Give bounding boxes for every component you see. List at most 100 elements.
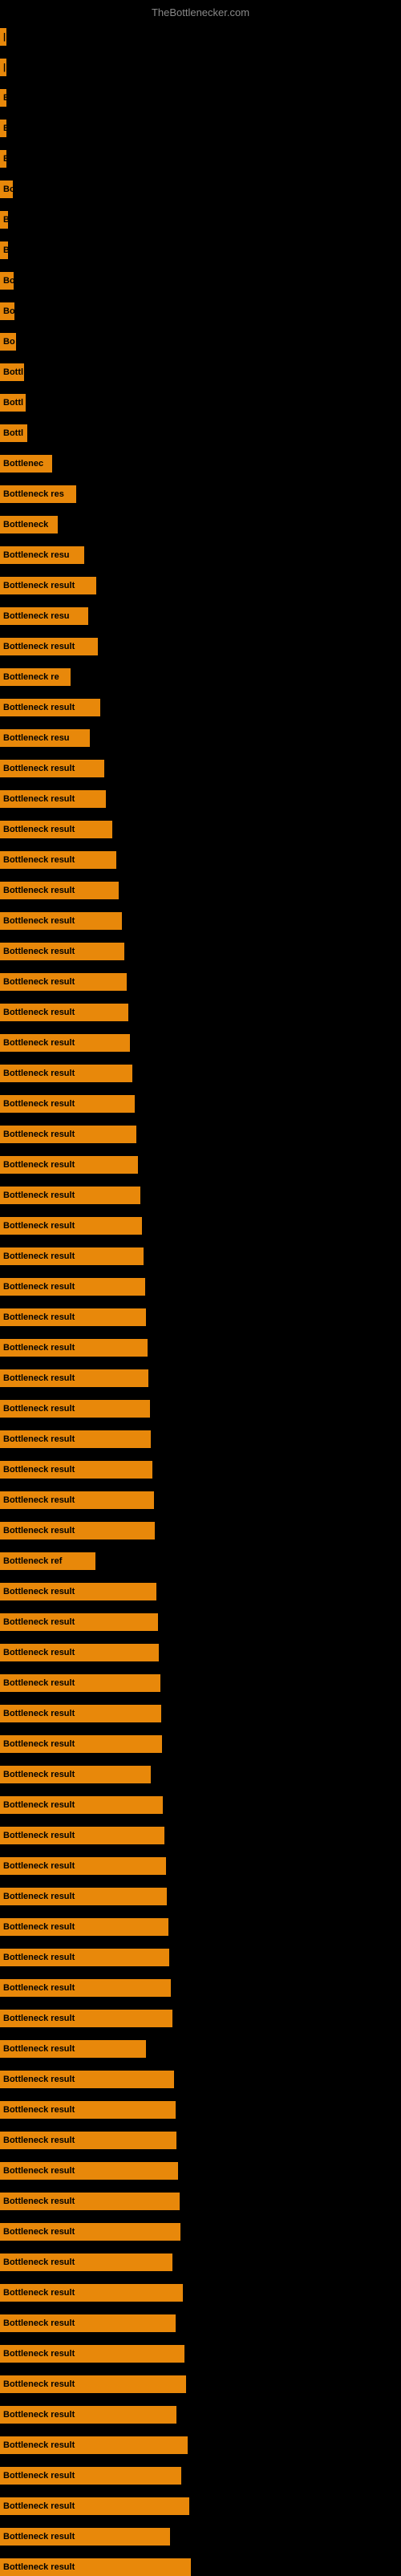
- bar-label-60: Bottleneck result: [0, 1857, 166, 1875]
- bar-row-19: Bottleneck resu: [0, 607, 88, 625]
- bar-label-71: Bottleneck result: [0, 2193, 180, 2210]
- bar-row-26: Bottleneck result: [0, 821, 112, 838]
- bar-row-17: Bottleneck resu: [0, 546, 84, 564]
- bar-label-53: Bottleneck result: [0, 1644, 159, 1661]
- bar-label-34: Bottleneck result: [0, 1065, 132, 1082]
- bar-row-1: |: [0, 59, 6, 76]
- bar-label-0: |: [0, 28, 6, 46]
- bar-label-10: Bo: [0, 333, 16, 351]
- bar-label-73: Bottleneck result: [0, 2253, 172, 2271]
- bar-label-67: Bottleneck result: [0, 2071, 174, 2088]
- bar-row-55: Bottleneck result: [0, 1705, 161, 1722]
- bar-row-76: Bottleneck result: [0, 2345, 184, 2363]
- bar-row-47: Bottleneck result: [0, 1461, 152, 1479]
- bar-label-11: Bottl: [0, 363, 24, 381]
- bar-label-17: Bottleneck resu: [0, 546, 84, 564]
- bar-label-33: Bottleneck result: [0, 1034, 130, 1052]
- bar-row-18: Bottleneck result: [0, 577, 96, 594]
- bar-row-53: Bottleneck result: [0, 1644, 159, 1661]
- bar-label-40: Bottleneck result: [0, 1247, 144, 1265]
- bar-label-3: B: [0, 120, 6, 137]
- bar-row-70: Bottleneck result: [0, 2162, 178, 2180]
- bar-label-26: Bottleneck result: [0, 821, 112, 838]
- bar-label-46: Bottleneck result: [0, 1430, 151, 1448]
- bar-row-4: E: [0, 150, 6, 168]
- bar-label-70: Bottleneck result: [0, 2162, 178, 2180]
- bar-row-31: Bottleneck result: [0, 973, 127, 991]
- bar-row-56: Bottleneck result: [0, 1735, 162, 1753]
- bar-row-33: Bottleneck result: [0, 1034, 130, 1052]
- bar-label-31: Bottleneck result: [0, 973, 127, 991]
- bar-label-48: Bottleneck result: [0, 1491, 154, 1509]
- bar-label-7: B: [0, 241, 8, 259]
- bar-row-44: Bottleneck result: [0, 1369, 148, 1387]
- bar-row-48: Bottleneck result: [0, 1491, 154, 1509]
- bar-row-11: Bottl: [0, 363, 24, 381]
- bar-label-56: Bottleneck result: [0, 1735, 162, 1753]
- bar-label-19: Bottleneck resu: [0, 607, 88, 625]
- bar-row-79: Bottleneck result: [0, 2436, 188, 2454]
- bar-row-75: Bottleneck result: [0, 2314, 176, 2332]
- bar-row-40: Bottleneck result: [0, 1247, 144, 1265]
- bar-row-23: Bottleneck resu: [0, 729, 90, 747]
- bar-row-46: Bottleneck result: [0, 1430, 151, 1448]
- bar-label-27: Bottleneck result: [0, 851, 116, 869]
- bar-label-16: Bottleneck: [0, 516, 58, 533]
- bar-label-2: E: [0, 89, 6, 107]
- bar-label-14: Bottlenec: [0, 455, 52, 473]
- bar-label-32: Bottleneck result: [0, 1004, 128, 1021]
- bar-label-4: E: [0, 150, 6, 168]
- site-title: TheBottlenecker.com: [0, 6, 401, 18]
- bar-row-45: Bottleneck result: [0, 1400, 150, 1418]
- bar-row-13: Bottl: [0, 424, 27, 442]
- bar-row-52: Bottleneck result: [0, 1613, 158, 1631]
- bar-label-77: Bottleneck result: [0, 2375, 186, 2393]
- bar-row-57: Bottleneck result: [0, 1766, 151, 1783]
- bar-row-69: Bottleneck result: [0, 2132, 176, 2149]
- bar-label-45: Bottleneck result: [0, 1400, 150, 1418]
- bar-label-42: Bottleneck result: [0, 1308, 146, 1326]
- bar-label-54: Bottleneck result: [0, 1674, 160, 1692]
- bar-row-51: Bottleneck result: [0, 1583, 156, 1600]
- bar-label-72: Bottleneck result: [0, 2223, 180, 2241]
- bar-row-50: Bottleneck ref: [0, 1552, 95, 1570]
- bar-label-52: Bottleneck result: [0, 1613, 158, 1631]
- bar-label-15: Bottleneck res: [0, 485, 76, 503]
- bar-row-6: B: [0, 211, 8, 229]
- bar-label-74: Bottleneck result: [0, 2284, 183, 2302]
- bar-label-50: Bottleneck ref: [0, 1552, 95, 1570]
- bar-label-57: Bottleneck result: [0, 1766, 151, 1783]
- bar-label-39: Bottleneck result: [0, 1217, 142, 1235]
- bar-label-62: Bottleneck result: [0, 1918, 168, 1936]
- bar-row-38: Bottleneck result: [0, 1187, 140, 1204]
- bar-row-28: Bottleneck result: [0, 882, 119, 899]
- bar-row-63: Bottleneck result: [0, 1949, 169, 1966]
- bar-row-10: Bo: [0, 333, 16, 351]
- bar-row-9: Bo: [0, 302, 14, 320]
- bar-label-23: Bottleneck resu: [0, 729, 90, 747]
- bar-row-21: Bottleneck re: [0, 668, 71, 686]
- bar-label-1: |: [0, 59, 6, 76]
- bar-row-49: Bottleneck result: [0, 1522, 155, 1540]
- bar-row-37: Bottleneck result: [0, 1156, 138, 1174]
- bar-row-67: Bottleneck result: [0, 2071, 174, 2088]
- bar-row-8: Bo: [0, 272, 14, 290]
- bar-row-36: Bottleneck result: [0, 1126, 136, 1143]
- bar-label-68: Bottleneck result: [0, 2101, 176, 2119]
- bar-label-69: Bottleneck result: [0, 2132, 176, 2149]
- bar-row-62: Bottleneck result: [0, 1918, 168, 1936]
- bar-label-35: Bottleneck result: [0, 1095, 135, 1113]
- bar-row-61: Bottleneck result: [0, 1888, 167, 1905]
- bar-label-24: Bottleneck result: [0, 760, 104, 777]
- bar-label-18: Bottleneck result: [0, 577, 96, 594]
- bar-row-81: Bottleneck result: [0, 2497, 189, 2515]
- bar-row-64: Bottleneck result: [0, 1979, 171, 1997]
- bar-row-22: Bottleneck result: [0, 699, 100, 716]
- bar-row-80: Bottleneck result: [0, 2467, 181, 2485]
- bar-row-83: Bottleneck result: [0, 2558, 191, 2576]
- bar-label-47: Bottleneck result: [0, 1461, 152, 1479]
- bar-row-68: Bottleneck result: [0, 2101, 176, 2119]
- bar-label-9: Bo: [0, 302, 14, 320]
- bar-row-78: Bottleneck result: [0, 2406, 176, 2424]
- bar-row-42: Bottleneck result: [0, 1308, 146, 1326]
